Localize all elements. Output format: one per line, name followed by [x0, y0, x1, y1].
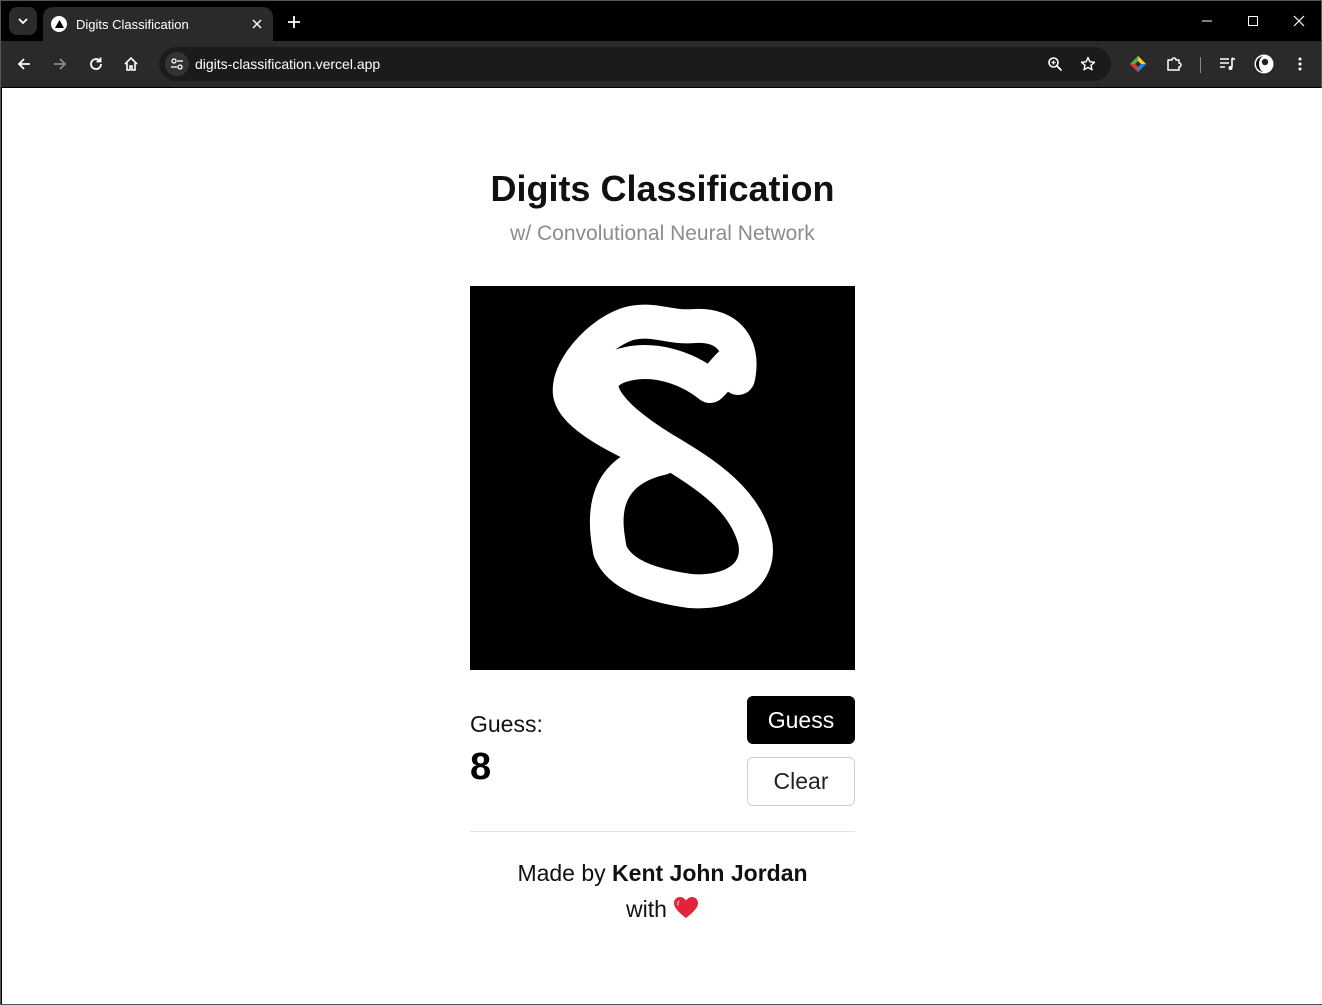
tune-icon	[171, 58, 183, 70]
maximize-icon	[1248, 16, 1258, 26]
zoom-icon	[1048, 57, 1063, 72]
minimize-icon	[1202, 20, 1212, 22]
profile-button[interactable]	[1252, 52, 1276, 76]
tab-active[interactable]: Digits Classification	[43, 7, 273, 41]
toolbar-divider	[1200, 57, 1201, 73]
clear-button[interactable]: Clear	[747, 757, 855, 806]
url-text[interactable]: digits-classification.vercel.app	[195, 56, 380, 72]
media-control-button[interactable]	[1215, 52, 1239, 76]
footer-divider	[470, 831, 855, 832]
page-title: Digits Classification	[490, 168, 835, 209]
star-icon	[1080, 56, 1096, 71]
browser-window: Digits Classification digits-classificat…	[0, 0, 1322, 1005]
address-bar[interactable]: digits-classification.vercel.app	[159, 47, 1111, 81]
bookmark-button[interactable]	[1076, 52, 1100, 76]
guess-button[interactable]: Guess	[747, 696, 855, 744]
close-window-button[interactable]	[1287, 9, 1311, 33]
puzzle-icon	[1167, 57, 1182, 71]
plus-icon	[288, 16, 300, 28]
reload-icon	[90, 57, 102, 70]
browser-toolbar: digits-classification.vercel.app	[1, 41, 1321, 87]
menu-button[interactable]	[1288, 52, 1312, 76]
maximize-button[interactable]	[1241, 9, 1265, 33]
back-arrow-icon	[17, 58, 30, 70]
reload-button[interactable]	[84, 52, 108, 76]
tab-title: Digits Classification	[76, 16, 189, 32]
tab-close-icon[interactable]	[247, 14, 267, 34]
extension-colorful-button[interactable]	[1126, 52, 1150, 76]
back-button[interactable]	[12, 52, 36, 76]
footer-with-text: with	[626, 896, 667, 922]
page-viewport: Digits Classification w/ Convolutional N…	[2, 88, 1322, 1004]
diamond-extension-icon	[1130, 56, 1146, 72]
chevron-down-icon	[18, 18, 28, 25]
queue-music-icon	[1220, 57, 1236, 70]
page-subtitle: w/ Convolutional Neural Network	[510, 222, 815, 245]
minimize-button[interactable]	[1195, 9, 1219, 33]
site-info-button[interactable]	[165, 52, 189, 76]
home-button[interactable]	[119, 52, 143, 76]
drawing-canvas[interactable]	[470, 286, 855, 670]
handwritten-digit-drawing	[552, 304, 773, 609]
kebab-menu-icon	[1298, 57, 1302, 71]
footer-author: Kent John Jordan	[612, 860, 808, 886]
forward-button[interactable]	[48, 52, 72, 76]
close-icon	[1293, 15, 1305, 27]
footer-with: with	[370, 896, 955, 926]
heart-icon	[673, 896, 699, 926]
home-icon	[124, 56, 138, 71]
zoom-button[interactable]	[1043, 52, 1067, 76]
vercel-favicon-icon	[51, 16, 67, 32]
guess-result: 8	[470, 746, 492, 788]
avatar-icon	[1254, 54, 1274, 74]
extensions-button[interactable]	[1162, 52, 1186, 76]
footer-prefix: Made by	[517, 860, 606, 886]
guess-label: Guess:	[470, 711, 543, 737]
tab-search-button[interactable]	[9, 7, 37, 35]
footer-credit: Made by Kent John Jordan	[370, 860, 955, 887]
forward-arrow-icon	[54, 58, 67, 70]
new-tab-button[interactable]	[283, 11, 305, 33]
tab-strip: Digits Classification	[1, 1, 1321, 41]
